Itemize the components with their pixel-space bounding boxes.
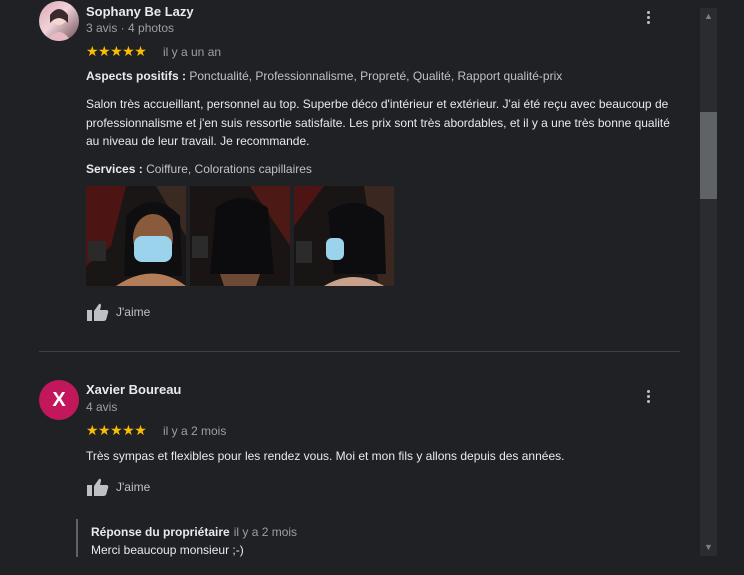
scroll-up-arrow-icon[interactable]: ▲ (704, 12, 713, 21)
reviewer-avatar[interactable] (39, 1, 79, 41)
scrollbar[interactable]: ▲ ▼ (700, 8, 717, 556)
avatar-letter: X (52, 388, 66, 411)
reviewer-name[interactable]: Sophany Be Lazy (86, 4, 194, 19)
avatar-photo (47, 9, 71, 41)
owner-reply-text: Merci beaucoup monsieur ;-) (91, 543, 244, 557)
review-date: il y a 2 mois (163, 424, 227, 438)
review-date: il y a un an (163, 45, 222, 59)
review-divider (39, 351, 680, 352)
thumb-up-icon (87, 303, 109, 321)
more-options-icon[interactable] (641, 386, 655, 406)
positive-aspects-value: Ponctualité, Professionnalisme, Propreté… (189, 69, 563, 83)
services-label: Services : (86, 162, 143, 176)
reviewer-meta: 4 avis (86, 400, 118, 414)
review-text: Salon très accueillant, personnel au top… (86, 97, 670, 148)
positive-aspects: Aspects positifs : Ponctualité, Professi… (86, 69, 562, 83)
services: Services : Coiffure, Colorations capilla… (86, 162, 312, 176)
like-button[interactable]: J'aime (86, 302, 150, 322)
reviewer-name[interactable]: Xavier Boureau (86, 382, 181, 397)
owner-reply-date: il y a 2 mois (233, 525, 298, 539)
scroll-down-arrow-icon[interactable]: ▼ (704, 543, 713, 552)
reviewer-avatar[interactable]: X (39, 380, 79, 420)
like-label: J'aime (116, 305, 151, 319)
thumb-up-icon (87, 478, 109, 496)
star-rating: ★★★★★ (86, 422, 147, 438)
scrollbar-thumb[interactable] (700, 112, 717, 199)
owner-reply-title: Réponse du propriétaire (91, 525, 230, 539)
review-text: Très sympas et flexibles pour les rendez… (86, 449, 565, 463)
positive-aspects-label: Aspects positifs : (86, 69, 187, 83)
review-photo[interactable] (294, 186, 394, 286)
services-value: Coiffure, Colorations capillaires (146, 162, 312, 176)
review-photo[interactable] (190, 186, 290, 286)
star-rating: ★★★★★ (86, 43, 147, 59)
owner-reply-bar (76, 519, 78, 557)
reviewer-meta: 3 avis · 4 photos (86, 21, 175, 35)
reviews-panel: Sophany Be Lazy 3 avis · 4 photos ★★★★★ … (0, 0, 744, 575)
like-label: J'aime (116, 480, 151, 494)
owner-reply-header: Réponse du propriétaire il y a 2 mois (91, 525, 297, 539)
like-button[interactable]: J'aime (86, 477, 150, 497)
more-options-icon[interactable] (641, 7, 655, 27)
review-photo[interactable] (86, 186, 186, 286)
